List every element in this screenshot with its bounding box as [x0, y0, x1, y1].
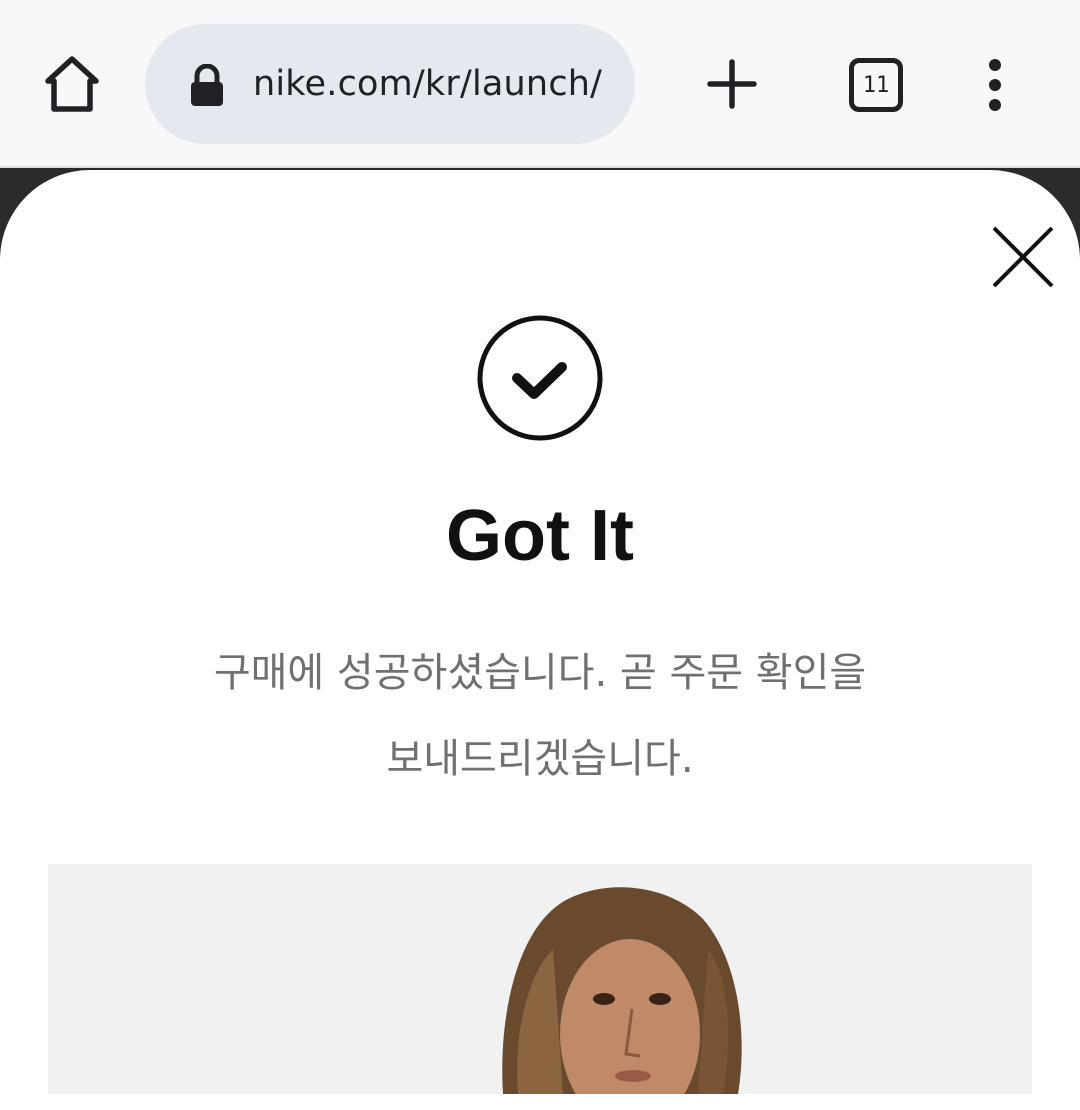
tab-count: 11 — [862, 72, 890, 98]
tab-switcher-button[interactable]: 11 — [849, 58, 903, 112]
home-icon — [45, 56, 99, 112]
new-tab-button[interactable] — [700, 52, 764, 116]
message-line-2: 보내드리겠습니다. — [386, 736, 694, 782]
confirmation-message: 구매에 성공하셨습니다. 곧 주문 확인을 보내드리겠습니다. — [120, 630, 960, 802]
check-circle-icon — [477, 315, 603, 441]
close-icon — [992, 226, 1054, 288]
confirmation-title: Got It — [446, 496, 634, 576]
plus-icon — [707, 59, 757, 109]
lock-icon — [191, 64, 223, 106]
model-photo — [502, 887, 742, 1094]
browser-toolbar: nike.com/kr/launch/ 11 — [0, 0, 1080, 168]
home-button[interactable] — [38, 50, 106, 118]
url-text[interactable]: nike.com/kr/launch/ — [253, 24, 613, 144]
browser-menu-button[interactable] — [970, 55, 1020, 115]
product-image — [48, 864, 1032, 1094]
message-line-1: 구매에 성공하셨습니다. 곧 주문 확인을 — [213, 650, 867, 696]
more-vert-icon — [989, 59, 1001, 111]
close-button[interactable] — [990, 224, 1056, 290]
address-bar[interactable]: nike.com/kr/launch/ — [145, 24, 635, 144]
